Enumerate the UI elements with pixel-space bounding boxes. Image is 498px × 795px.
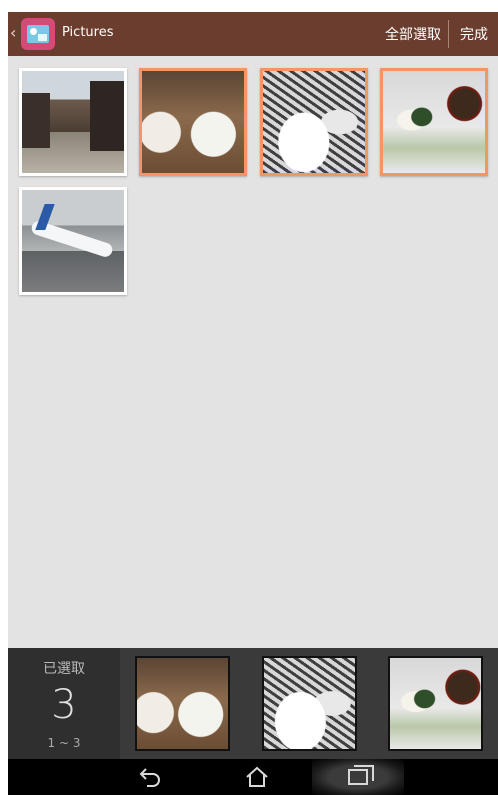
page-title: Pictures	[62, 25, 114, 40]
gallery-app-icon[interactable]	[21, 18, 55, 50]
selection-tray: 已選取 3 1 ~ 3	[8, 648, 498, 759]
select-all-button[interactable]: 全部選取	[385, 24, 441, 44]
selected-range: 1 ~ 3	[47, 736, 81, 750]
photo-food[interactable]	[139, 68, 247, 176]
recent-apps-icon[interactable]	[312, 759, 404, 795]
photo-airplane[interactable]	[19, 187, 127, 295]
selection-summary: 已選取 3 1 ~ 3	[8, 648, 120, 759]
selected-thumb-snow-village[interactable]	[262, 656, 357, 751]
selected-thumb-food[interactable]	[135, 656, 230, 751]
action-bar: ‹ Pictures 全部選取 完成	[8, 12, 498, 56]
action-divider	[448, 20, 449, 48]
done-button[interactable]: 完成	[460, 24, 488, 44]
home-icon[interactable]	[210, 759, 302, 795]
photo-sushi-meal[interactable]	[380, 68, 488, 176]
selected-thumb-sushi-meal[interactable]	[388, 656, 483, 751]
back-arrow-icon[interactable]	[104, 759, 196, 795]
chevron-left-icon[interactable]: ‹	[10, 24, 16, 42]
selected-count: 3	[51, 682, 77, 728]
photo-snow-village[interactable]	[260, 68, 368, 176]
gallery-picker-screen: ‹ Pictures 全部選取 完成 已選取 3 1 ~ 3	[8, 12, 498, 795]
system-nav-bar	[8, 759, 498, 795]
photo-street[interactable]	[19, 68, 127, 176]
selected-label: 已選取	[43, 661, 85, 677]
